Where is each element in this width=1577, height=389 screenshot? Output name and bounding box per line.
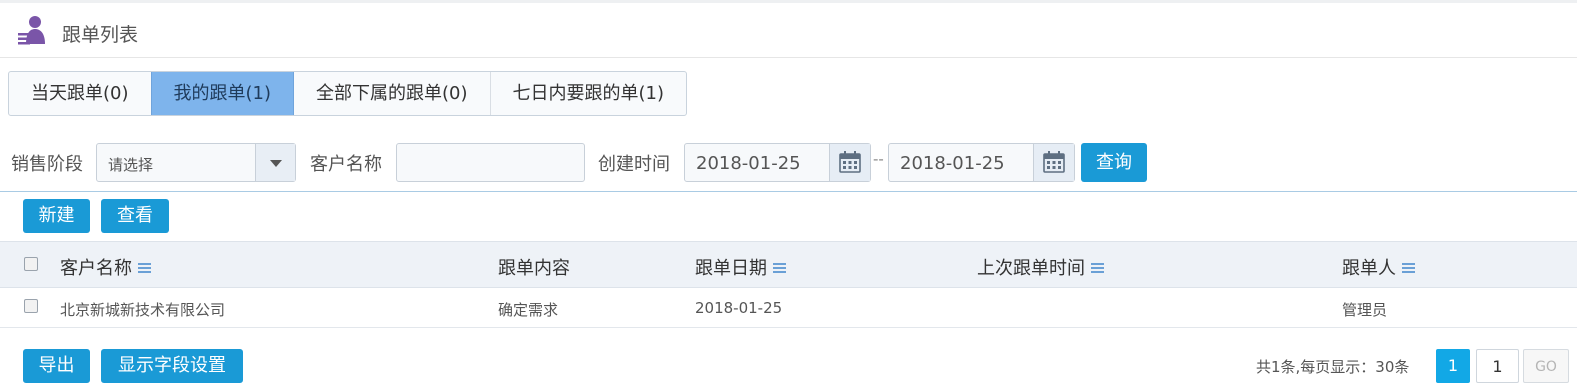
go-button[interactable]: GO [1523,349,1569,383]
column-header-owner[interactable]: 跟单人 [1342,254,1415,280]
user-list-icon [16,14,48,46]
customer-name-input[interactable] [396,143,585,182]
view-button[interactable]: 查看 [101,199,169,233]
customer-name-label: 客户名称 [310,154,382,175]
query-button[interactable]: 查询 [1081,143,1147,182]
cell-owner: 管理员 [1342,301,1388,319]
page-header: 跟单列表 [0,3,1577,58]
sales-stage-select[interactable]: 请选择 [96,143,296,182]
tab-bar: 当天跟单(0) 我的跟单(1) 全部下属的跟单(0) 七日内要跟的单(1) [8,71,687,116]
column-header-customer[interactable]: 客户名称 [60,254,151,280]
cell-date: 2018-01-25 [695,299,783,317]
export-button[interactable]: 导出 [23,349,90,383]
filter-divider [0,191,1577,192]
chevron-down-icon[interactable] [255,144,295,181]
page-number-input[interactable]: 1 [1476,349,1519,383]
column-menu-icon[interactable] [138,263,151,273]
page-current-button[interactable]: 1 [1436,349,1470,383]
tab-seven-days[interactable]: 七日内要跟的单(1) [489,72,687,115]
calendar-icon[interactable] [829,144,870,181]
sales-stage-label: 销售阶段 [11,154,83,175]
select-all-checkbox[interactable] [24,257,38,271]
new-button[interactable]: 新建 [23,199,90,233]
sales-stage-value: 请选择 [108,156,154,174]
column-header-content: 跟单内容 [498,258,570,279]
column-menu-icon[interactable] [1091,263,1104,273]
row-checkbox[interactable] [24,299,38,313]
date-from-field[interactable]: 2018-01-25 [684,143,871,182]
page-title: 跟单列表 [62,24,139,46]
calendar-icon[interactable] [1033,144,1074,181]
column-menu-icon[interactable] [1402,263,1415,273]
tab-mine[interactable]: 我的跟单(1) [150,72,293,115]
date-to-field[interactable]: 2018-01-25 [888,143,1075,182]
date-separator: -- [873,150,884,168]
date-from-value: 2018-01-25 [696,153,801,174]
table-row[interactable]: 北京新城新技术有限公司 确定需求 2018-01-25 管理员 [0,288,1577,328]
column-header-last-time[interactable]: 上次跟单时间 [977,254,1104,280]
cell-content: 确定需求 [498,301,559,319]
column-header-date[interactable]: 跟单日期 [695,254,786,280]
field-settings-button[interactable]: 显示字段设置 [101,349,243,383]
cell-customer: 北京新城新技术有限公司 [60,301,226,319]
pagination-info: 共1条,每页显示：30条 [1256,358,1410,376]
date-to-value: 2018-01-25 [900,153,1005,174]
created-time-label: 创建时间 [598,154,670,175]
tab-subordinates[interactable]: 全部下属的跟单(0) [293,72,490,115]
column-menu-icon[interactable] [773,263,786,273]
table-header: 客户名称 跟单内容 跟单日期 上次跟单时间 跟单人 [0,241,1577,288]
tab-today[interactable]: 当天跟单(0) [9,72,151,115]
